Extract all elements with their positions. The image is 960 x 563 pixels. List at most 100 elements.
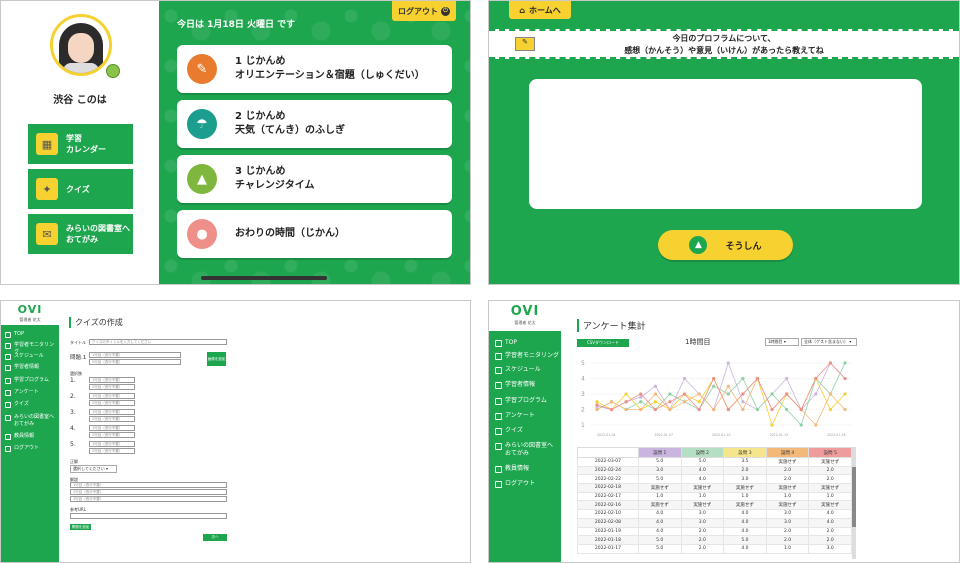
user-icon [495,382,502,389]
nav-logout[interactable]: ログアウト [5,445,57,452]
lesson-1-button[interactable]: ✎ 1 じかんめ オリエンテーション＆宿題（しゅくだい） [177,45,452,93]
nav-schedule[interactable]: スケジュール [495,366,559,374]
home-button[interactable]: ⌂ ホームへ [509,1,571,19]
data-point [828,361,833,365]
ref-url-input[interactable] [70,513,227,519]
nav-top[interactable]: TOP [5,331,57,338]
nav-survey[interactable]: アンケート [5,389,57,396]
period-select[interactable]: 1時間目 ▾ [765,338,799,346]
choice-input[interactable]: 1行目（改行不要） [89,377,135,383]
add-image-button[interactable]: 画像を追加 [207,352,226,366]
nav-program[interactable]: 学習プログラム [495,397,559,405]
table-cell: 1.0 [723,491,767,502]
explain-line3-input[interactable]: 3行目（改行不要） [70,496,227,502]
nav-learner-info[interactable]: 学習者情報 [5,364,57,371]
explain-line1-input[interactable]: 1行目（改行不要） [70,482,227,488]
home-icon: ⌂ [519,5,525,15]
nav-learner-info[interactable]: 学習者情報 [495,381,559,389]
quiz-create-screen: OVI 管理者 花太 TOP 学習者モニタリング スケジュール 学習者情報 学習プ… [0,300,471,563]
question-banner: ✎ 今日のプロフラムについて、 感想（かんそう）や意見（いけん）があったら教えて… [489,29,959,59]
choice-number: 3. [70,409,76,416]
data-point [726,384,730,388]
table-row: 2022-02-22 5.0 4.0 3.0 2.0 2.0 [577,474,852,485]
table-row: 2022-02-24 3.0 4.0 2.0 2.0 2.0 [577,465,852,476]
data-point [770,423,774,427]
table-cell: 4.0 [723,526,767,537]
x-tick-label: 2022-01-04 [597,433,616,437]
table-cell: 2022-02-16 [577,500,639,511]
nav-program[interactable]: 学習プログラム [5,377,57,384]
choice-input[interactable]: 2行目（改行不要） [89,400,135,406]
lesson-3-button[interactable]: ▲ 3 じかんめ チャレンジタイム [177,155,452,203]
table-header-cell: 設問 1 [637,447,682,458]
table-cell: 2022-01-17 [577,543,639,554]
table-cell: 4.0 [808,509,852,519]
table-row: 2022-02-10 4.0 3.0 4.0 3.0 4.0 [577,509,852,519]
submit-button[interactable]: ▲ そうしん [658,230,793,260]
table-cell: 4.0 [808,517,852,528]
pencil-icon: ✎ [187,54,217,84]
teacher-icon [495,466,502,473]
nav-schedule[interactable]: スケジュール [5,353,57,360]
question-line2-input[interactable]: 2行目（改行不要） [89,359,181,365]
data-point [697,400,701,404]
nav-teacher-info[interactable]: 教員情報 [495,465,559,473]
choice-input[interactable]: 1行目（改行不要） [89,393,135,399]
table-cell: 1.0 [680,491,725,502]
choice-input[interactable]: 2行目（改行不要） [89,432,135,438]
table-cell: 1.0 [808,491,852,502]
csv-download-button[interactable]: CSVダウンロード [577,339,629,347]
add-question-button[interactable]: 問題を追加 [70,524,91,530]
choice-input[interactable]: 1行目（改行不要） [89,441,135,447]
logo: OVI 管理者 花太 [489,301,561,331]
table-cell: 5.0 [723,535,767,545]
apple-icon [106,64,120,78]
nav-logout[interactable]: ログアウト [495,480,559,488]
nav-library-letter[interactable]: みらいの図書室へ おてがみ [5,414,57,428]
home-indicator [201,276,327,280]
nav-top[interactable]: TOP [495,339,559,347]
logout-icon: ⏻ [441,6,450,16]
data-point [712,384,716,388]
choice-input[interactable]: 1行目（改行不要） [89,425,135,431]
table-header-cell [577,447,639,458]
rocket-end-icon: ● [187,219,217,249]
group-select[interactable]: 全体（ゲスト含まない） ▾ [801,338,857,346]
teacher-icon [5,434,11,440]
table-cell: 4.0 [723,543,767,554]
question-line1-input[interactable]: 1行目（改行不要） [89,352,181,358]
calendar-icon [495,367,502,374]
answer-textarea[interactable] [529,79,922,209]
table-cell: 2022-02-17 [577,491,639,502]
x-tick-label: 2022-01-10 [712,433,731,437]
explain-line2-input[interactable]: 2行目（改行不要） [70,489,227,495]
nav-quiz[interactable]: クイズ [495,427,559,435]
title-input[interactable]: クイズのタイトルを入力してください [89,339,227,345]
nav-quiz[interactable]: クイズ [5,401,57,408]
table-scrollbar[interactable] [852,447,856,559]
choice-input[interactable]: 2行目（改行不要） [89,448,135,454]
lesson-end-button[interactable]: ● おわりの時間（じかん） [177,210,452,258]
next-button[interactable]: 次へ [203,534,227,541]
table-cell: 4.0 [637,509,682,519]
weather-icon: ☂ [187,109,217,139]
calendar-button[interactable]: ▦ 学習 カレンダー [28,124,133,164]
home-icon [495,340,502,347]
nav-survey[interactable]: アンケート [495,412,559,420]
nav-teacher-info[interactable]: 教員情報 [5,433,57,440]
choice-input[interactable]: 2行目（改行不要） [89,384,135,390]
table-cell: 2022-02-24 [577,465,639,476]
answer-select[interactable]: 選択してください ▾ [70,465,117,473]
question-label: 問題.1 [70,355,87,361]
choice-input[interactable]: 2行目（改行不要） [89,416,135,422]
table-cell: 実施せず [680,483,725,493]
table-cell: 4.0 [723,509,767,519]
quiz-button[interactable]: ✦ クイズ [28,169,133,209]
nav-library-letter[interactable]: みらいの図書室へ おてがみ [495,442,559,458]
logout-button[interactable]: ログアウト ⏻ [392,1,456,21]
nav-monitoring[interactable]: 学習者モニタリング [495,352,559,360]
letter-icon [495,443,502,450]
choice-input[interactable]: 1行目（改行不要） [89,409,135,415]
library-letter-button[interactable]: ✉ みらいの図書室へ おてがみ [28,214,133,254]
lesson-2-button[interactable]: ☂ 2 じかんめ 天気（てんき）のふしぎ [177,100,452,148]
